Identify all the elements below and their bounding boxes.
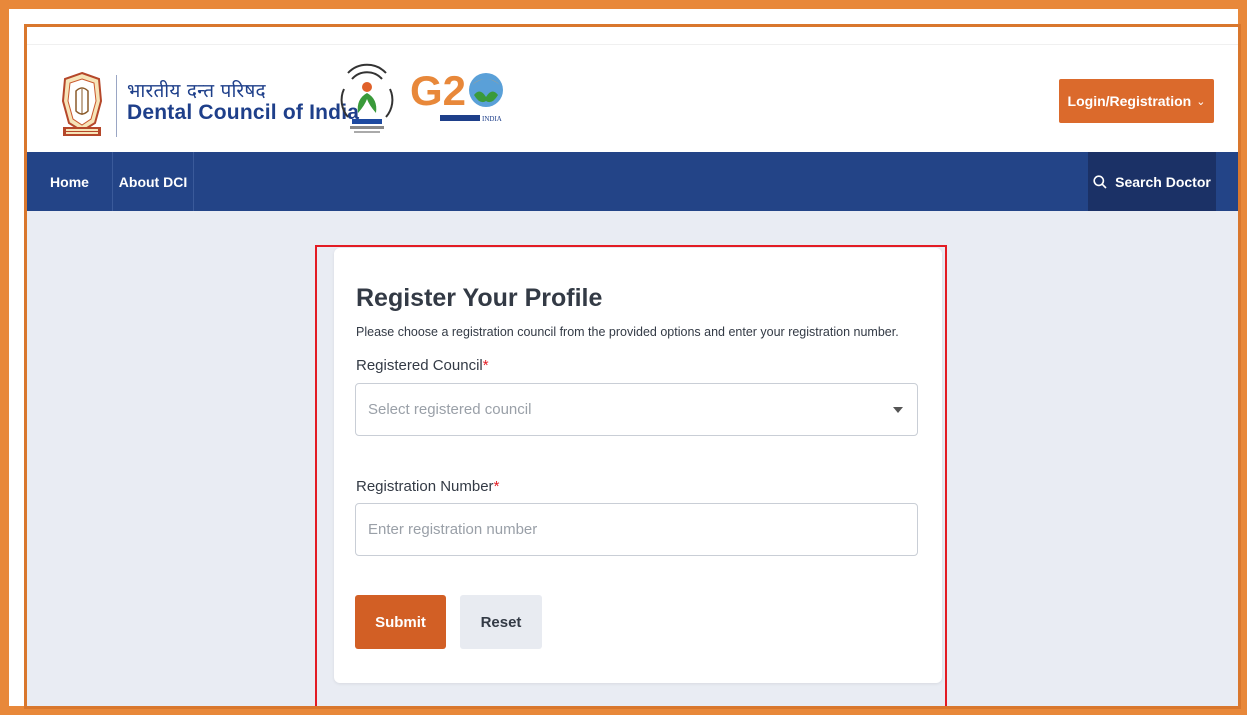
reset-button[interactable]: Reset (460, 595, 542, 649)
required-asterisk: * (493, 478, 500, 495)
nav-separator (193, 152, 194, 211)
g20-logo-icon: G2 INDIA (410, 67, 503, 123)
outer-frame: भारतीय दन्त परिषद Dental Council of Indi… (0, 0, 1247, 715)
site-header: भारतीय दन्त परिषद Dental Council of Indi… (27, 27, 1238, 152)
registration-number-label: Registration Number* (356, 478, 499, 495)
registered-council-label: Registered Council* (356, 357, 489, 374)
main-navbar (27, 152, 1238, 211)
search-doctor-label: Search Doctor (1115, 173, 1211, 190)
caret-down-icon (893, 407, 903, 413)
svg-text:INDIA: INDIA (482, 115, 502, 123)
registered-council-placeholder: Select registered council (368, 401, 532, 418)
digital-mission-logo-icon (340, 63, 394, 133)
login-registration-label: Login/Registration (1067, 93, 1192, 109)
submit-button[interactable]: Submit (355, 595, 446, 649)
registered-council-label-text: Registered Council (356, 357, 483, 374)
nav-item-about-dci[interactable]: About DCI (113, 152, 193, 211)
browser-viewport: भारतीय दन्त परिषद Dental Council of Indi… (24, 24, 1241, 709)
top-strip (27, 27, 1238, 45)
search-icon (1093, 174, 1107, 189)
login-registration-button[interactable]: Login/Registration ⌄ (1059, 79, 1214, 123)
page-title: Register Your Profile (356, 284, 603, 312)
registration-number-label-text: Registration Number (356, 478, 494, 495)
registration-number-input[interactable] (355, 503, 918, 556)
svg-text:G2: G2 (410, 67, 466, 114)
chevron-down-icon: ⌄ (1196, 95, 1206, 108)
brand-name-english[interactable]: Dental Council of India (127, 101, 359, 125)
search-doctor-button[interactable]: Search Doctor (1088, 152, 1216, 211)
brand-divider (116, 75, 117, 137)
required-asterisk: * (482, 357, 489, 374)
dci-emblem-icon[interactable] (59, 71, 105, 139)
registered-council-select[interactable]: Select registered council (355, 383, 918, 436)
nav-item-home[interactable]: Home (27, 152, 112, 211)
brand-name-hindi[interactable]: भारतीय दन्त परिषद (127, 77, 266, 103)
form-description: Please choose a registration council fro… (356, 325, 899, 339)
